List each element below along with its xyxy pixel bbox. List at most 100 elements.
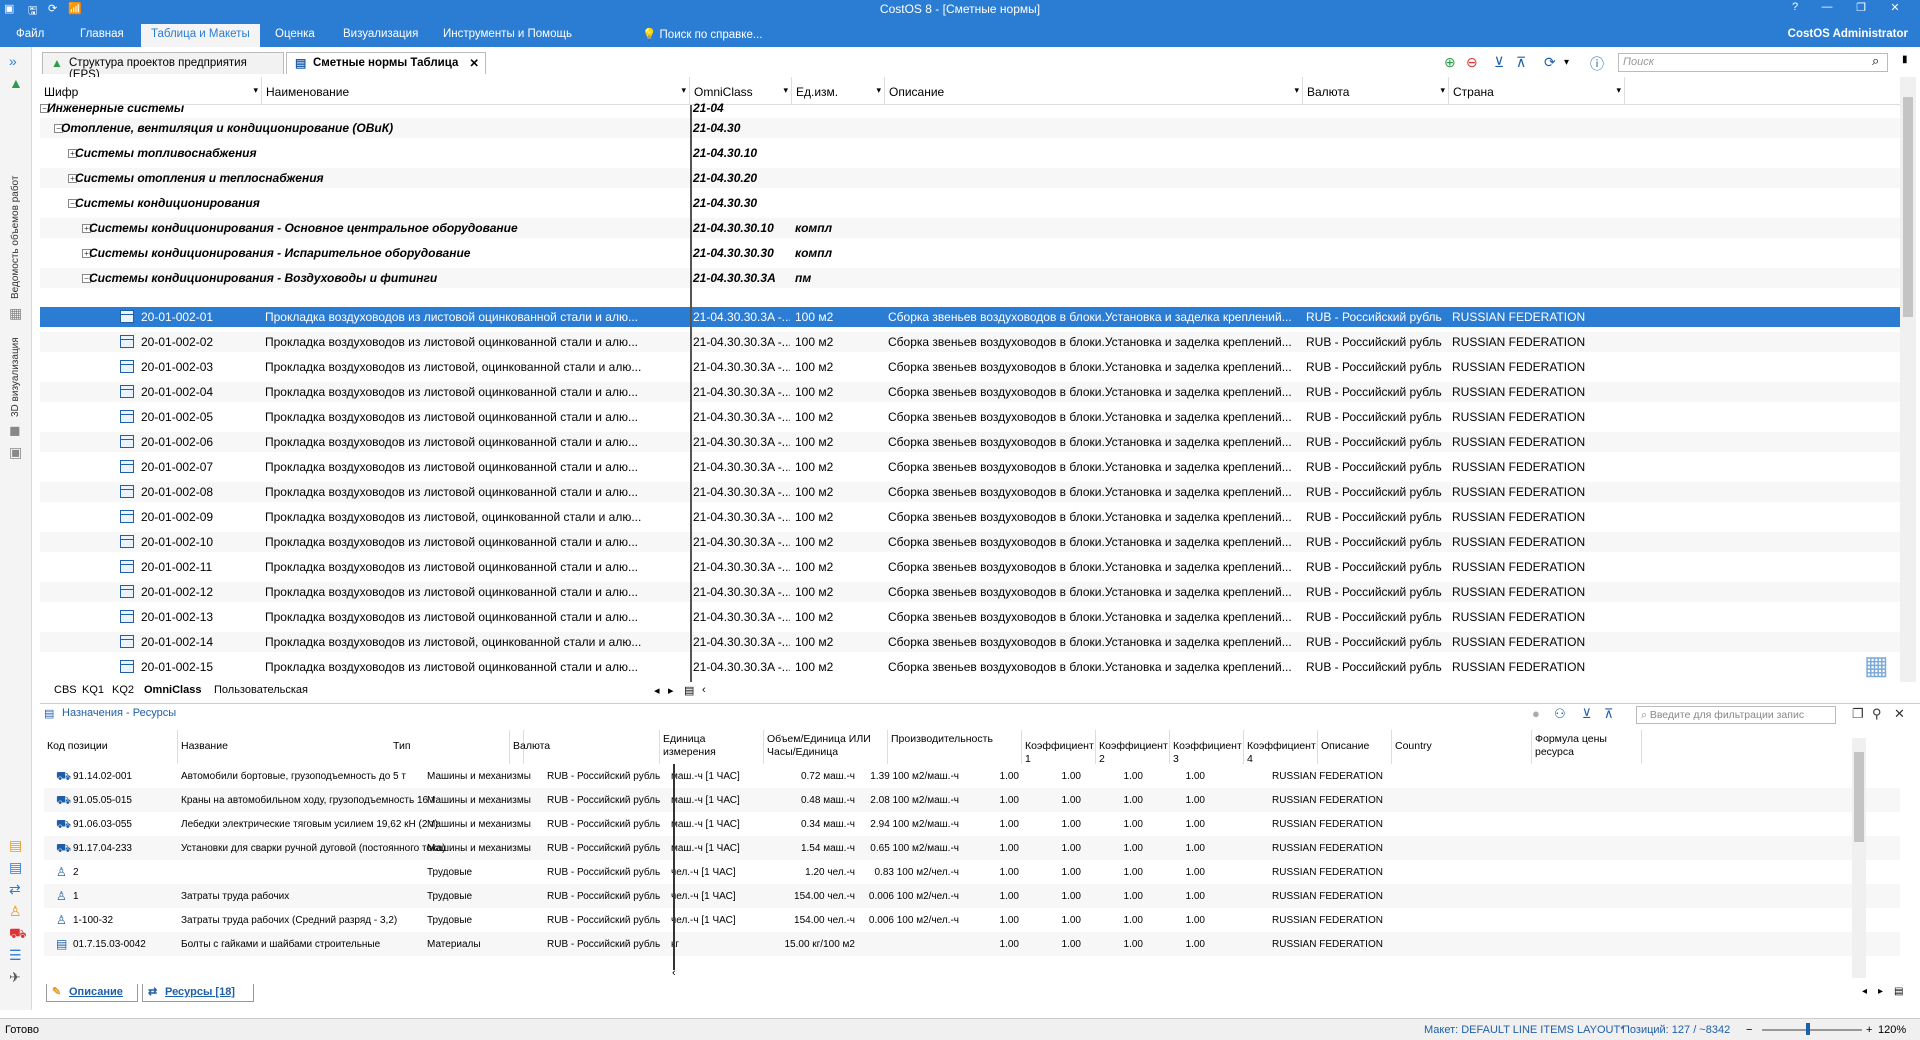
close-tab-icon[interactable]: ✕ [469, 56, 479, 70]
menu-tools-help[interactable]: Инструменты и Помощь [443, 28, 572, 40]
help-icon[interactable]: ? [1780, 1, 1810, 13]
tree-icon[interactable]: ▲ [9, 75, 23, 91]
search-icon[interactable]: ⌕ [1872, 53, 1879, 69]
filter-dropdown-icon[interactable]: ▾ [681, 85, 686, 96]
sheet-tab-cbs[interactable]: CBS [54, 684, 77, 696]
menu-home[interactable]: Главная [80, 28, 124, 40]
sheet-nav-list-icon[interactable]: ▤ [684, 684, 694, 697]
assign-resource-icon[interactable]: ⚇ [1554, 706, 1566, 722]
filter-dropdown-icon[interactable]: ▾ [253, 85, 258, 96]
table-row[interactable]: 20-01-002-05 Прокладка воздуховодов из ли… [40, 407, 1900, 427]
filter-dropdown-icon[interactable]: ▾ [783, 85, 788, 96]
hscroll-left-icon[interactable]: ‹ [672, 967, 676, 979]
zoom-out-icon[interactable]: − [1746, 1024, 1752, 1036]
res-col-header-productivity[interactable]: Производительность [888, 730, 1022, 764]
refresh-icon[interactable]: ⟳ [1544, 54, 1556, 71]
res-col-header-coef3[interactable]: Коэффициент 3 [1170, 730, 1244, 764]
resource-row[interactable]: ⛟ 91.14.02-001 Автомобили бортовые, грузоп… [44, 764, 1900, 788]
resource-filter-input[interactable]: ⌕ Введите для фильтрации запис [1636, 706, 1836, 724]
sheet-tab-omniclass[interactable]: OmniClass [144, 684, 201, 696]
table-row[interactable]: 20-01-002-07 Прокладка воздуховодов из ли… [40, 457, 1900, 477]
status-layout[interactable]: Макет: DEFAULT LINE ITEMS LAYOUT* [1424, 1024, 1624, 1036]
zoom-in-icon[interactable]: + [1866, 1024, 1872, 1036]
zoom-slider[interactable] [1762, 1029, 1862, 1031]
layout-grid-icon[interactable]: ▦ [1864, 650, 1889, 681]
image-icon[interactable]: ▣ [9, 444, 22, 461]
assign-icon[interactable]: ⇄ [9, 881, 21, 898]
sheet-tab-custom[interactable]: Пользовательская [214, 684, 308, 696]
cube-icon[interactable]: ◼ [9, 422, 21, 439]
resource-row[interactable]: ⛟ 91.06.03-055 Лебедки электрические тягов… [44, 812, 1900, 836]
table-row[interactable]: 20-01-002-03 Прокладка воздуховодов из ли… [40, 357, 1900, 377]
collapse-all-icon[interactable]: ⊼ [1604, 706, 1614, 722]
expand-all-icon[interactable]: ⊻ [1582, 706, 1592, 722]
menu-estimate[interactable]: Оценка [275, 28, 315, 40]
sheet-nav-next-icon[interactable]: ▸ [668, 684, 674, 697]
add-icon[interactable]: ⊕ [1444, 54, 1456, 71]
remove-icon[interactable]: ⊖ [1466, 54, 1478, 71]
res-col-header-type[interactable]: Тип [390, 730, 510, 764]
info-icon[interactable]: ⓘ [1590, 54, 1604, 74]
res-col-header-description[interactable]: Описание [1318, 730, 1392, 764]
table-row[interactable]: 20-01-002-04 Прокладка воздуховодов из ли… [40, 382, 1900, 402]
restore-button[interactable]: ❐ [1846, 1, 1876, 14]
group-row[interactable]: + Системы отопления и теплоснабжения 21-04… [40, 168, 1900, 188]
panel-nav-prev-icon[interactable]: ◂ [1862, 986, 1867, 997]
res-col-header-currency[interactable]: Валюта [510, 730, 660, 764]
group-row[interactable]: − Инженерные системы 21-04 [40, 98, 1900, 118]
scroll-thumb[interactable] [1903, 97, 1913, 317]
sidebar-bill-of-quantities[interactable]: Ведомость объемов работ [10, 176, 21, 299]
filter-dropdown-icon[interactable]: ▾ [1616, 85, 1621, 96]
resource-row[interactable]: ♙ 1 Затраты труда рабочих Трудовые RUB - Рос… [44, 884, 1900, 908]
group-row[interactable]: − Системы кондиционирования 21-04.30.30 [40, 193, 1900, 213]
quick-search-input[interactable]: Поиск [1618, 53, 1888, 72]
popout-icon[interactable]: ❐ [1852, 706, 1864, 722]
table-row[interactable]: 20-01-002-06 Прокладка воздуховодов из ли… [40, 432, 1900, 452]
table-row[interactable]: 20-01-002-15 Прокладка воздуховодов из ли… [40, 657, 1900, 677]
close-panel-icon[interactable]: ✕ [1894, 706, 1905, 722]
grid-icon[interactable]: ▦ [9, 305, 22, 322]
res-col-header-country[interactable]: Country [1392, 730, 1532, 764]
sidebar-3d-visualization[interactable]: 3D визуализация [10, 337, 21, 417]
minimize-button[interactable]: — [1812, 1, 1842, 13]
folder-icon[interactable]: ▤ [9, 837, 22, 854]
res-col-header-code[interactable]: Код позиции [44, 730, 178, 764]
filter-dropdown-icon[interactable]: ▾ [1440, 85, 1445, 96]
expand-all-icon[interactable]: ⊻ [1494, 54, 1504, 71]
table-icon[interactable]: ▤ [9, 859, 22, 876]
table-row[interactable]: 20-01-002-10 Прокладка воздуховодов из ли… [40, 532, 1900, 552]
filter-dropdown-icon[interactable]: ▾ [1294, 85, 1299, 96]
res-col-header-qty[interactable]: Объем/Единица ИЛИ Часы/Единица [764, 730, 888, 764]
table-row[interactable]: 20-01-002-14 Прокладка воздуховодов из ли… [40, 632, 1900, 652]
tab-norms-table[interactable]: ▤ Сметные нормы Таблица ✕ [286, 52, 486, 74]
table-row[interactable]: 20-01-002-01 Прокладка воздуховодов из ли… [40, 307, 1900, 327]
collapse-all-icon[interactable]: ⊼ [1516, 54, 1526, 71]
resource-row[interactable]: ⛟ 91.17.04-233 Установки для сварки ручной… [44, 836, 1900, 860]
group-row[interactable]: − Системы кондиционирования - Воздуховоды… [40, 268, 1900, 288]
tools-icon[interactable]: ✈ [9, 969, 21, 986]
truck-icon[interactable]: ⛟ [9, 925, 27, 944]
status-circle-icon[interactable]: ● [1532, 706, 1540, 721]
tab-eps[interactable]: ▲ Структура проектов предприятия (EPS) [42, 52, 284, 81]
resource-row[interactable]: ▤ 01.7.15.03-0042 Болты с гайками и шайбам… [44, 932, 1900, 956]
resource-row[interactable]: ♙ 2 Трудовые RUB - Российский рубль чел.-ч [… [44, 860, 1900, 884]
panel-nav-next-icon[interactable]: ▸ [1878, 986, 1883, 997]
stack-icon[interactable]: ☰ [9, 947, 22, 964]
pin-icon[interactable]: ⚲ [1872, 706, 1882, 722]
worker-icon[interactable]: ♙ [9, 903, 22, 920]
menu-file[interactable]: Файл [16, 28, 44, 40]
group-row[interactable]: + Системы топливоснабжения 21-04.30.10 [40, 143, 1900, 163]
res-col-header-price-formula[interactable]: Формула цены ресурса [1532, 730, 1642, 764]
res-col-header-coef1[interactable]: Коэффициент 1 [1022, 730, 1096, 764]
group-row[interactable]: + Системы кондиционирования - Основное це… [40, 218, 1900, 238]
table-row[interactable]: 20-01-002-02 Прокладка воздуховодов из ли… [40, 332, 1900, 352]
help-search[interactable]: 💡 Поиск по справке... [642, 27, 762, 41]
resource-row[interactable]: ⛟ 91.05.05-015 Краны на автомобильном ходу… [44, 788, 1900, 812]
res-col-header-coef2[interactable]: Коэффициент 2 [1096, 730, 1170, 764]
close-window-button[interactable]: ✕ [1880, 1, 1910, 14]
resources-vertical-scrollbar[interactable] [1852, 738, 1866, 978]
sheet-nav-prev-icon[interactable]: ◂ [654, 684, 660, 697]
res-col-header-unit[interactable]: Единица измерения [660, 730, 764, 764]
panel-nav-list-icon[interactable]: ▤ [1894, 986, 1903, 997]
user-name[interactable]: CostOS Administrator [1788, 28, 1908, 40]
